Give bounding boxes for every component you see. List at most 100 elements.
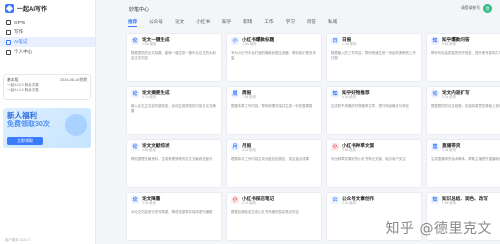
tab-xiaohongshu[interactable]: 小红书 — [194, 18, 212, 27]
claim-button[interactable]: 立即领取 — [7, 137, 43, 145]
tab-private-domain[interactable]: 私域 — [326, 18, 339, 27]
tool-card[interactable]: 月月报 4.1k 使用根据本月工作内容生成月度总结报告，突出重点成果 — [226, 139, 322, 188]
card-header: 知知识总结、润色、改写 1.9k 使用 — [431, 196, 500, 208]
tab-workplace[interactable]: 职场 — [241, 18, 254, 27]
sidebar-item-ai-notes[interactable]: AI笔记 — [0, 37, 95, 47]
card-header: 小小红书种草文案 3.9k 使用 — [331, 143, 417, 155]
tool-card[interactable]: 小小红书爆款标题 1.8w 使用 专为小红书平台打造的爆款标题生成器，帮你吸引更多流… — [226, 33, 322, 82]
card-meta: 论文降重 3.0k 使用 — [142, 196, 160, 206]
card-meta: 日报 1.2w 使用 — [342, 37, 356, 47]
login-link[interactable]: 请登录账号 — [461, 6, 480, 11]
card-meta: 论文一键生成 2.3w 使用 — [142, 37, 170, 47]
sidebar-item-writing[interactable]: 写作 — [0, 27, 95, 37]
card-meta: 月报 4.1k 使用 — [242, 143, 256, 153]
tool-description: 根据本月工作内容生成月度总结报告，突出重点成果 — [231, 157, 309, 161]
tool-card[interactable]: 论论文文献综述 4.8k 使用帮你整理文献资料，生成条理清晰的论文文献综述部分 — [126, 139, 222, 188]
tab-work[interactable]: 工作 — [262, 18, 275, 27]
usage-count: 2.7k 使用 — [242, 201, 256, 205]
usage-count: 2.2k 使用 — [342, 201, 356, 205]
card-meta: 小红书种草文案 3.9k 使用 — [342, 143, 374, 153]
tool-card[interactable]: 论论文降重 3.0k 使用 对论文内容进行改写降重，降低查重率并保持语句通顺 — [126, 192, 222, 241]
tool-icon: 日 — [331, 37, 339, 45]
tool-icon: 公 — [331, 196, 339, 204]
tool-card[interactable]: 小小红书种草文案 3.9k 使用写出种草效果好的小红书笔记文案，吸引用户关注 — [326, 139, 422, 188]
tool-card[interactable]: 知知乎爆款问答9.6k 使用帮你写出高质量的知乎回答，提升账号影响力与关注度 — [426, 33, 500, 82]
usage-count: 5.2k 使用 — [442, 95, 456, 99]
tool-icon: 论 — [131, 90, 139, 98]
card-header: 周周报 7.9k 使用 — [231, 90, 317, 102]
avatar[interactable]: 登 — [483, 4, 492, 13]
tool-card[interactable]: 论论文一键生成 2.3w 使用 根据提供的论文标题，能够一键生成一篇毕业论文的大纲及… — [126, 33, 222, 82]
card-header: 小小红书爆款标题 1.8w 使用 — [231, 37, 317, 49]
plan-expiry: 2024-06-15到期 — [59, 78, 87, 82]
tab-qa[interactable]: 问答 — [305, 18, 318, 27]
tool-description: 写出种草效果好的小红书笔记文案，吸引用户关注 — [331, 157, 406, 161]
user-icon — [6, 49, 11, 55]
usage-count: 1.8w 使用 — [242, 42, 257, 46]
usage-count: 4.1k 使用 — [242, 148, 256, 152]
tool-card[interactable]: 日日报 1.2w 使用 根据输入的工作内容，帮你快速生成一份结构清晰的工作日报 — [326, 33, 422, 82]
card-header: 论论文文献综述 4.8k 使用 — [131, 143, 217, 155]
app-title: 一起AI写作 — [17, 6, 48, 13]
tool-description: 根据本周工作内容，帮你梳理总结并生成一份完整周报 — [231, 104, 313, 108]
tool-icon: 论 — [131, 143, 139, 151]
logo-icon — [5, 3, 14, 13]
card-header: 论论文摘要生成 8.7k 使用 — [131, 90, 217, 102]
tool-card[interactable]: 周周报 7.9k 使用根据本周工作内容，帮你梳理总结并生成一份完整周报 — [226, 86, 322, 135]
tool-description: 帮你写出高质量的知乎回答，提升账号影响力与关注度 — [431, 51, 500, 55]
usage-count: 4.8k 使用 — [142, 148, 156, 152]
tool-icon: 月 — [231, 143, 239, 151]
tool-description: 帮你整理文献资料，生成条理清晰的论文文献综述部分 — [131, 157, 213, 161]
sidebar-item-label: AI笔记 — [14, 39, 28, 44]
usage-count: 7.9k 使用 — [242, 95, 256, 99]
sidebar-item-label: 写作 — [14, 29, 24, 34]
tool-description: 对论文内容进行改写降重，降低查重率并保持语句通顺 — [131, 210, 213, 214]
tool-card[interactable]: 知知乎好物推荐 6.4k 使用生成知乎风格的好物推荐文章，提升商品曝光与转化 — [326, 86, 422, 135]
gift-icon — [65, 114, 87, 136]
usage-count: 3.3k 使用 — [442, 148, 456, 152]
tab-official-account[interactable]: 公众号 — [147, 18, 165, 27]
app-logo[interactable]: 一起AI写作 — [0, 0, 95, 16]
card-meta: 知乎好物推荐 6.4k 使用 — [342, 90, 370, 100]
card-header: 直直播带货 3.3k 使用 — [431, 143, 500, 155]
tab-recommend[interactable]: 推荐 — [126, 18, 139, 27]
card-header: 月月报 4.1k 使用 — [231, 143, 317, 155]
tool-description: 生成直播带货话术脚本，帮助主播提升直播转化效果 — [431, 157, 500, 161]
tool-card[interactable]: 论论文摘要生成 8.7k 使用 输入论文正文或关键信息，自动生成规范的中英文论文摘要 — [126, 86, 222, 135]
usage-count: 9.6k 使用 — [442, 42, 456, 46]
tool-icon: 论 — [431, 90, 439, 98]
topbar: 妙笔中心 请登录账号 登 — [96, 0, 500, 18]
sidebar-item-gpts[interactable]: GPTs — [0, 17, 95, 27]
card-meta: 论文内容扩写 5.2k 使用 — [442, 90, 470, 100]
card-header: 日日报 1.2w 使用 — [331, 37, 417, 49]
tool-icon: 论 — [131, 37, 139, 45]
tool-card[interactable]: 直直播带货3.3k 使用生成直播带货话术脚本，帮助主播提升直播转化效果 — [426, 139, 500, 188]
tab-study[interactable]: 学习 — [284, 18, 297, 27]
tool-card[interactable]: 小小红书探店笔记 2.7k 使用 根据店铺信息生成小红书风格的探店笔记内容 — [226, 192, 322, 241]
card-header: 论论文一键生成 2.3w 使用 — [131, 37, 217, 49]
tool-description: 生成知乎风格的好物推荐文章，提升商品曝光与转化 — [331, 104, 409, 108]
promo-banner[interactable]: 新人福利 免费领取30次 立即领取 — [3, 108, 91, 148]
account-panel: 基本版 2024-06-15到期 一起AI 5.0 剩余次数 一起AI 4.0 … — [3, 74, 91, 100]
card-header: 知知乎爆款问答 9.6k 使用 — [431, 37, 500, 49]
tab-paper[interactable]: 论文 — [173, 18, 186, 27]
tool-icon: 知 — [431, 196, 439, 204]
footer-note: 客户服务 2024 © — [5, 238, 31, 242]
tool-icon: 小 — [331, 143, 339, 151]
grid-icon — [6, 19, 11, 25]
tool-icon: 知 — [331, 90, 339, 98]
card-header: 知知乎好物推荐 6.4k 使用 — [331, 90, 417, 102]
tool-description: 根据提供的论文段落，在保持原意的基础上进行扩写丰富 — [431, 104, 500, 108]
tool-icon: 小 — [231, 37, 239, 45]
page-title: 妙笔中心 — [129, 6, 150, 13]
tool-description: 输入论文正文或关键信息，自动生成规范的中英文论文摘要 — [131, 104, 216, 113]
card-meta: 周报 7.9k 使用 — [242, 90, 256, 100]
card-header: 小小红书探店笔记 2.7k 使用 — [231, 196, 317, 208]
usage-count: 1.2w 使用 — [342, 42, 357, 46]
tab-zhihu[interactable]: 知乎 — [220, 18, 233, 27]
sidebar-item-label: GPTs — [14, 19, 26, 25]
sidebar-item-profile[interactable]: 个人中心 — [0, 47, 95, 57]
tool-card[interactable]: 论论文内容扩写5.2k 使用根据提供的论文段落，在保持原意的基础上进行扩写丰富 — [426, 86, 500, 135]
tool-icon: 小 — [231, 196, 239, 204]
tool-description: 根据输入的工作内容，帮你快速生成一份结构清晰的工作日报 — [331, 51, 416, 60]
